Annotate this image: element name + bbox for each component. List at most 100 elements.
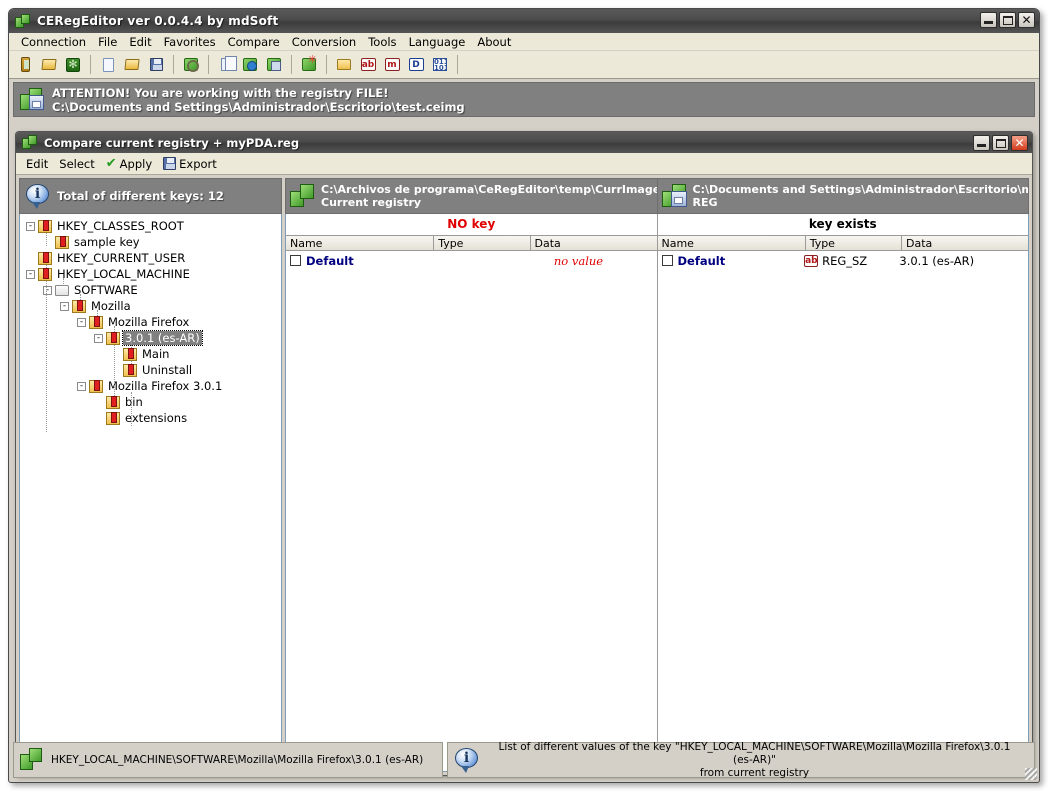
- app-logo-icon: [15, 13, 31, 29]
- new-multistring-value-icon[interactable]: m: [381, 54, 403, 76]
- tree-node[interactable]: - Mozilla: [20, 298, 281, 314]
- tree-node[interactable]: - Mozilla Firefox: [20, 314, 281, 330]
- reg-file-columns: Name Type Data: [657, 235, 1028, 251]
- tree-node[interactable]: extensions: [20, 410, 281, 426]
- connect-device-icon[interactable]: [14, 54, 36, 76]
- menu-about[interactable]: About: [471, 34, 517, 50]
- menu-connection[interactable]: Connection: [15, 34, 92, 50]
- panel-path-line1: C:\Documents and Settings\Administrador\…: [692, 183, 1029, 196]
- menu-file[interactable]: File: [92, 34, 123, 50]
- disconnect-device-icon[interactable]: [38, 54, 60, 76]
- registry-key-icon: [123, 347, 137, 361]
- tree-node-label: extensions: [125, 411, 188, 425]
- tree-node[interactable]: - HKEY_CLASSES_ROOT: [20, 218, 281, 234]
- expander-icon[interactable]: -: [26, 221, 35, 231]
- statusbar-info-line2: from current registry: [699, 766, 810, 779]
- compare-close-button[interactable]: ✕: [1011, 135, 1028, 151]
- column-header-name[interactable]: Name: [286, 236, 435, 250]
- registry-file-icon: [20, 87, 44, 112]
- statusbar: HKEY_LOCAL_MACHINE\SOFTWARE\Mozilla\Mozi…: [13, 741, 1035, 779]
- tree-node[interactable]: Uninstall: [20, 362, 281, 378]
- new-string-value-icon[interactable]: ab: [357, 54, 379, 76]
- compare-apply-button[interactable]: ✔ Apply: [104, 157, 154, 171]
- column-header-type[interactable]: Type: [805, 236, 903, 250]
- current-registry-header-text: C:\Archivos de programa\CeRegEditor\temp…: [321, 183, 657, 209]
- table-row[interactable]: Default no value: [286, 251, 657, 270]
- export-registry-icon[interactable]: [263, 54, 285, 76]
- menu-tools[interactable]: Tools: [362, 34, 402, 50]
- registry-current-icon: [290, 184, 316, 208]
- menu-edit[interactable]: Edit: [123, 34, 157, 50]
- expander-icon[interactable]: -: [77, 317, 86, 327]
- compare-edit-label: Edit: [26, 156, 49, 171]
- search-registry-icon[interactable]: [180, 54, 202, 76]
- window-titlebar: CERegEditor ver 0.0.4.4 by mdSoft ✕: [9, 9, 1039, 33]
- menu-compare[interactable]: Compare: [222, 34, 286, 50]
- values-pane-headers: C:\Archivos de programa\CeRegEditor\temp…: [285, 178, 1029, 214]
- tree-node[interactable]: - HKEY_LOCAL_MACHINE: [20, 266, 281, 282]
- registry-tree[interactable]: - HKEY_CLASSES_ROOT sample key HKEY_CURR…: [19, 214, 282, 772]
- compare-select-menu[interactable]: Select: [57, 157, 96, 171]
- column-header-name[interactable]: Name: [657, 236, 806, 250]
- new-dword-value-icon[interactable]: D: [405, 54, 427, 76]
- menu-conversion[interactable]: Conversion: [286, 34, 362, 50]
- tree-node[interactable]: bin: [20, 394, 281, 410]
- current-registry-list: NO key Name Type Data Default no value: [286, 214, 657, 771]
- resize-grip[interactable]: [1025, 768, 1037, 780]
- attention-line1: ATTENTION! You are working with the regi…: [52, 85, 389, 100]
- tree-node-label: Mozilla: [91, 299, 131, 313]
- tree-node-label: SOFTWARE: [74, 283, 138, 297]
- tree-node[interactable]: HKEY_CURRENT_USER: [20, 250, 281, 266]
- current-registry-key-status: NO key: [286, 214, 657, 235]
- compare-maximize-button[interactable]: [992, 135, 1009, 151]
- save-file-icon[interactable]: [145, 54, 167, 76]
- tree-node-selected[interactable]: - 3.0.1 (es-AR): [20, 330, 281, 346]
- column-header-type[interactable]: Type: [434, 236, 531, 250]
- row-checkbox[interactable]: [661, 255, 673, 266]
- expander-icon[interactable]: -: [94, 333, 103, 343]
- column-header-data[interactable]: Data: [902, 236, 1028, 250]
- expander-icon[interactable]: -: [43, 285, 52, 295]
- folder-plain-icon: [55, 284, 69, 296]
- expander-icon[interactable]: -: [77, 381, 86, 391]
- compare-minimize-button[interactable]: [973, 135, 990, 151]
- tree-node[interactable]: sample key: [20, 234, 281, 250]
- compare-export-button[interactable]: Export: [161, 157, 219, 171]
- expander-icon[interactable]: -: [60, 301, 69, 311]
- new-key-icon[interactable]: [333, 54, 355, 76]
- expander-icon[interactable]: -: [26, 269, 35, 279]
- new-file-icon[interactable]: [97, 54, 119, 76]
- refresh-registry-icon[interactable]: ✻: [62, 54, 84, 76]
- statusbar-info-panel: List of different values of the key "HKE…: [447, 741, 1035, 779]
- row-checkbox[interactable]: [290, 255, 301, 266]
- compare-registry-icon[interactable]: [298, 54, 320, 76]
- panel-path-line2: Current registry: [321, 196, 422, 209]
- value-name: Default: [677, 253, 726, 268]
- copy-icon[interactable]: [215, 54, 237, 76]
- reg-file-key-status: key exists: [657, 214, 1028, 235]
- column-header-data[interactable]: Data: [530, 236, 657, 250]
- toolbar-separator: [90, 55, 91, 74]
- table-row[interactable]: Default ab REG_SZ 3.0.1 (es-AR): [658, 251, 1029, 270]
- tree-node[interactable]: - SOFTWARE: [20, 282, 281, 298]
- registry-key-icon: [106, 331, 120, 345]
- open-file-icon[interactable]: [121, 54, 143, 76]
- tree-node-label: 3.0.1 (es-AR): [122, 330, 203, 346]
- menu-language[interactable]: Language: [403, 34, 472, 50]
- tree-node-label: Mozilla Firefox 3.0.1: [108, 379, 223, 393]
- tree-node[interactable]: - Mozilla Firefox 3.0.1: [20, 378, 281, 394]
- compare-window-controls: ✕: [973, 135, 1028, 151]
- current-registry-rows: Default no value: [286, 251, 657, 771]
- minimize-button[interactable]: [980, 12, 997, 28]
- compare-export-label: Export: [179, 156, 217, 171]
- import-registry-icon[interactable]: [239, 54, 261, 76]
- maximize-button[interactable]: [999, 12, 1016, 28]
- menu-favorites[interactable]: Favorites: [158, 34, 222, 50]
- registry-key-icon: [89, 379, 103, 393]
- new-binary-value-icon[interactable]: 011101: [429, 54, 451, 76]
- compare-edit-menu[interactable]: Edit: [24, 157, 50, 171]
- reg-file-rows: Default ab REG_SZ 3.0.1 (es-AR): [657, 251, 1029, 771]
- registry-key-icon: [106, 411, 120, 425]
- close-button[interactable]: ✕: [1018, 12, 1035, 28]
- tree-node[interactable]: Main: [20, 346, 281, 362]
